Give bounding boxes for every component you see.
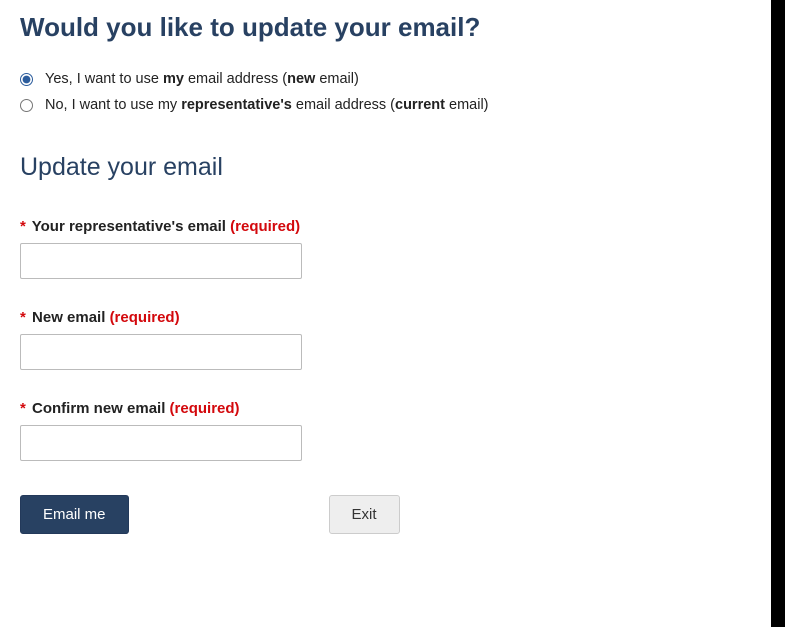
radio-yes-input[interactable] — [20, 73, 33, 86]
confirm-email-label: * Confirm new email (required) — [20, 400, 765, 417]
email-me-button[interactable]: Email me — [20, 495, 129, 534]
required-asterisk: * — [20, 400, 26, 417]
required-text: (required) — [170, 400, 240, 417]
rep-email-label: * Your representative's email (required) — [20, 218, 765, 235]
rep-email-input[interactable] — [20, 243, 302, 279]
field-confirm-email: * Confirm new email (required) — [20, 400, 765, 461]
new-email-input[interactable] — [20, 334, 302, 370]
page-title: Would you like to update your email? — [20, 12, 765, 43]
required-asterisk: * — [20, 309, 26, 326]
right-edge-bar — [771, 0, 785, 627]
radio-option-no[interactable]: No, I want to use my representative's em… — [20, 97, 765, 113]
confirm-email-input[interactable] — [20, 425, 302, 461]
field-rep-email: * Your representative's email (required) — [20, 218, 765, 279]
section-title: Update your email — [20, 153, 765, 182]
radio-yes-label: Yes, I want to use my email address (new… — [45, 71, 359, 87]
required-text: (required) — [110, 309, 180, 326]
email-choice-radio-group: Yes, I want to use my email address (new… — [20, 71, 765, 113]
radio-no-label: No, I want to use my representative's em… — [45, 97, 489, 113]
radio-option-yes[interactable]: Yes, I want to use my email address (new… — [20, 71, 765, 87]
radio-no-input[interactable] — [20, 99, 33, 112]
field-new-email: * New email (required) — [20, 309, 765, 370]
required-asterisk: * — [20, 218, 26, 235]
required-text: (required) — [230, 218, 300, 235]
new-email-label: * New email (required) — [20, 309, 765, 326]
exit-button[interactable]: Exit — [329, 495, 400, 534]
button-row: Email me Exit — [20, 495, 765, 534]
